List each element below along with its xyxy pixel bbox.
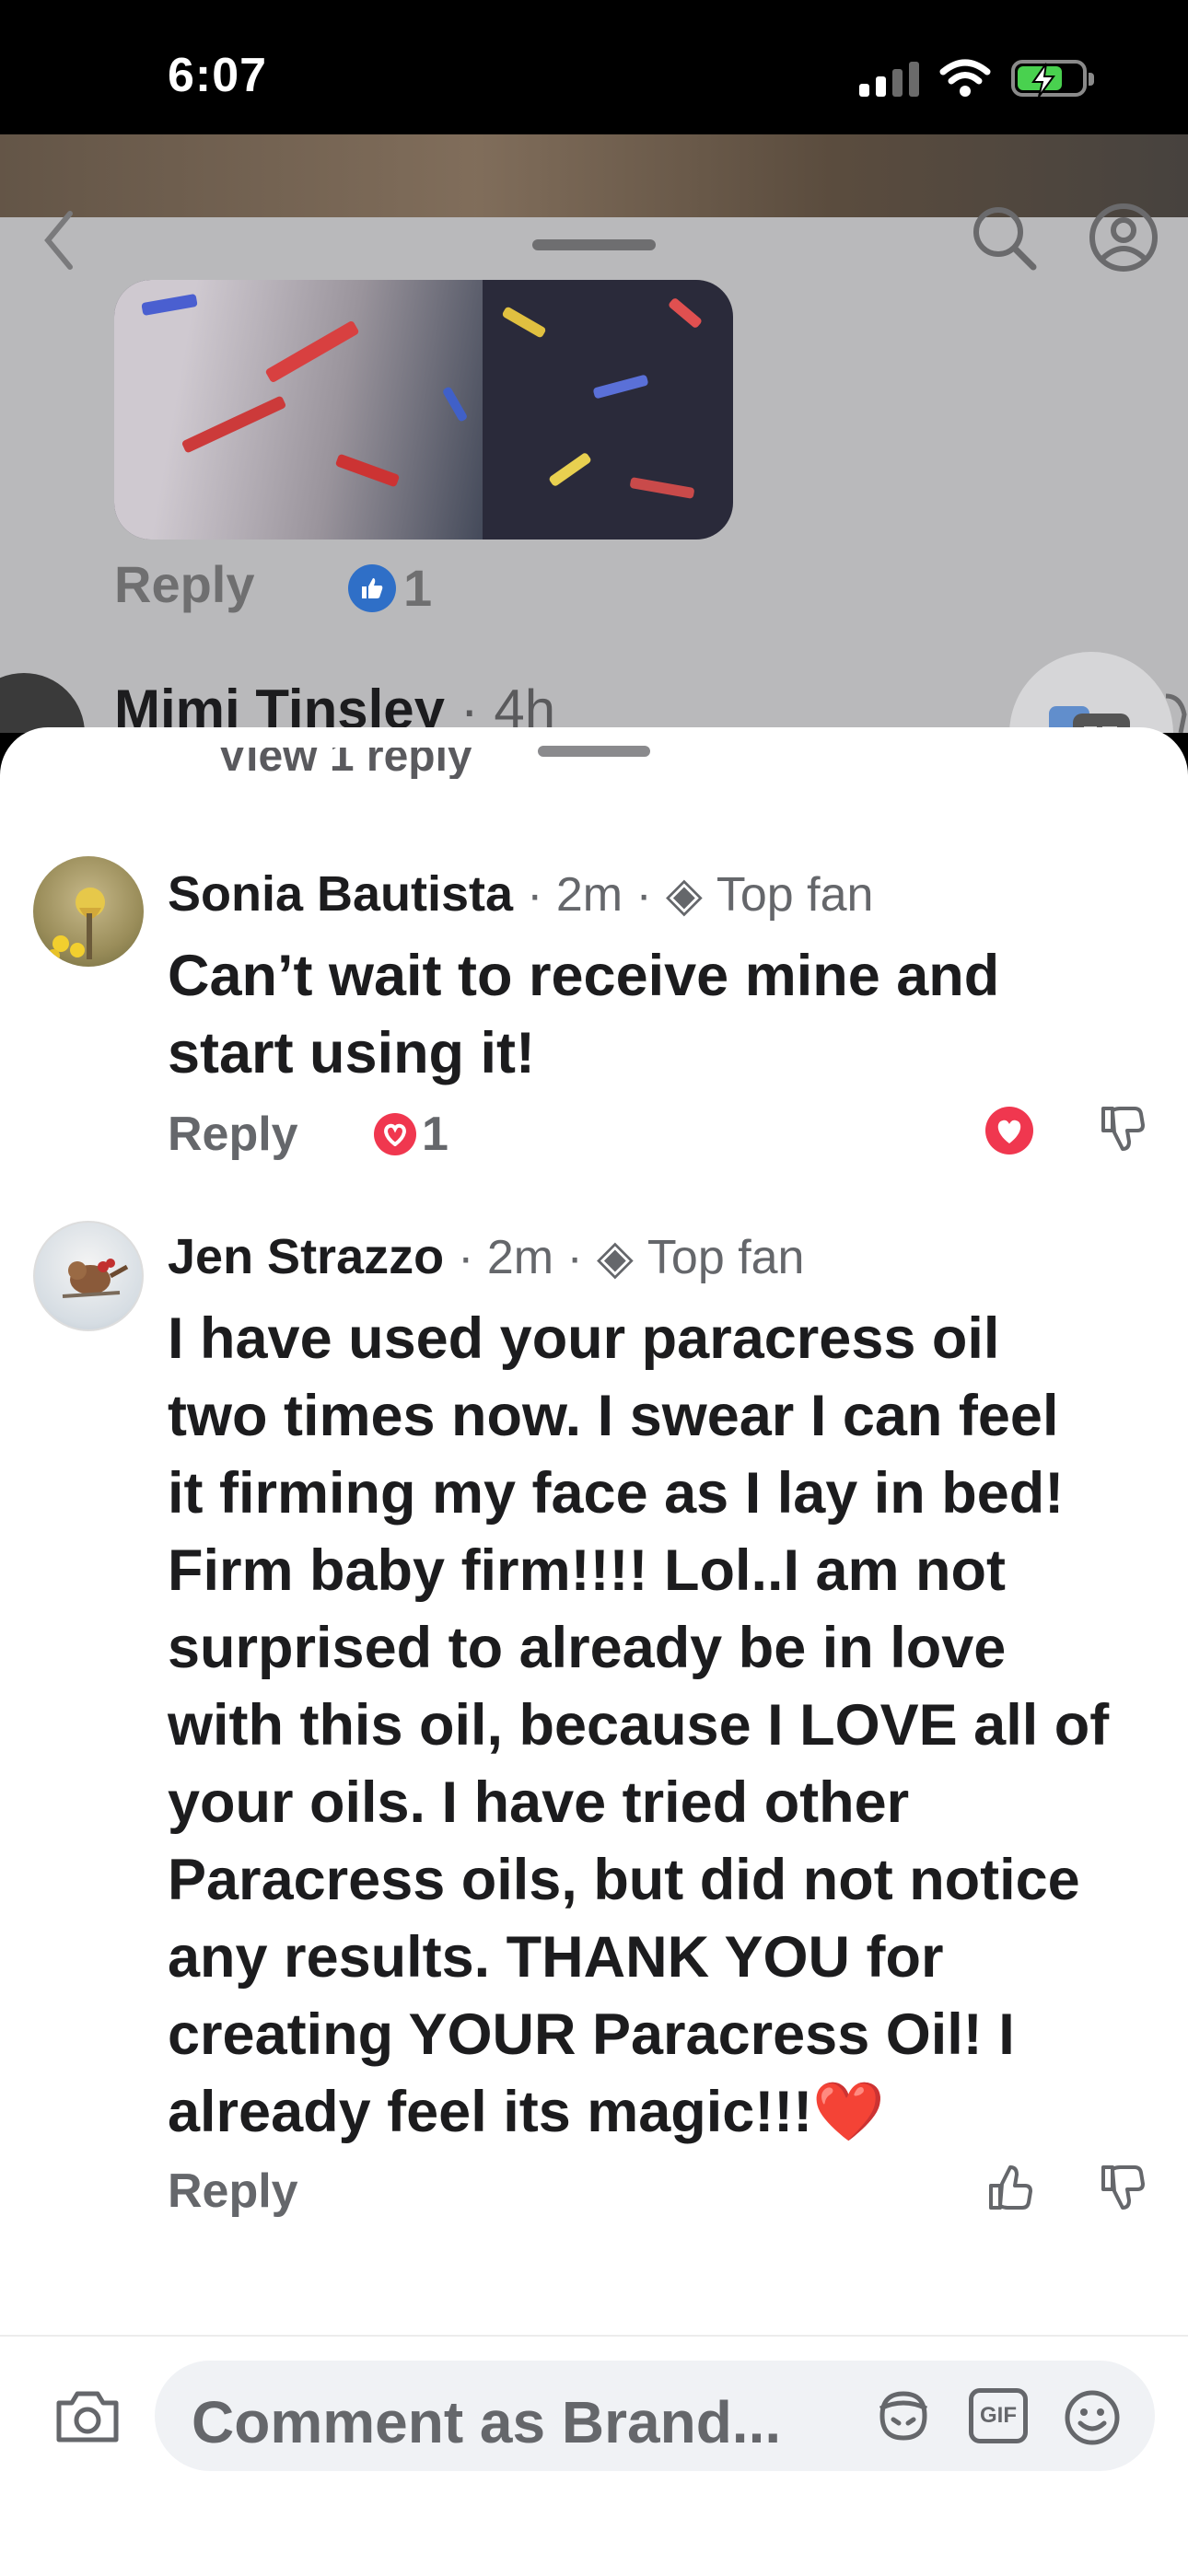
wifi-icon bbox=[939, 59, 991, 97]
battery-icon bbox=[1011, 60, 1094, 98]
background-like-count: 1 bbox=[348, 558, 432, 618]
avatar-sticker-icon[interactable] bbox=[873, 2388, 934, 2443]
avatar bbox=[0, 673, 85, 733]
emoji-icon[interactable] bbox=[1063, 2388, 1122, 2447]
back-icon[interactable] bbox=[41, 208, 77, 273]
comment-text: Can’t wait to receive mine and start usi… bbox=[168, 944, 1000, 1085]
reply-link[interactable]: Reply bbox=[168, 2164, 298, 2219]
comment-input[interactable]: Comment as Brand... GIF bbox=[155, 2361, 1155, 2471]
avatar[interactable] bbox=[33, 856, 144, 967]
comment-time: · 2m · bbox=[527, 868, 652, 922]
top-fan-badge: Top fan bbox=[646, 1231, 805, 1284]
dislike-icon[interactable] bbox=[1098, 1103, 1147, 1155]
floating-chat-button[interactable] bbox=[1009, 652, 1173, 733]
camera-icon[interactable] bbox=[53, 2388, 122, 2445]
background-handle bbox=[532, 239, 656, 250]
avatar[interactable] bbox=[33, 1221, 144, 1331]
dislike-icon[interactable] bbox=[1098, 2162, 1147, 2213]
heart-reaction-icon bbox=[374, 1113, 416, 1155]
comment-meta: Sonia Bautista · 2m · ◈ Top fan bbox=[168, 865, 873, 922]
background-commenter: Mimi Tinsley · 4h bbox=[114, 679, 556, 733]
comments-sheet: View 1 reply Sonia Bautista · 2m · ◈ Top… bbox=[0, 727, 1188, 2574]
like-icon bbox=[348, 563, 396, 612]
signal-icon bbox=[859, 60, 919, 97]
comment-meta: Jen Strazzo · 2m · ◈ Top fan bbox=[168, 1228, 804, 1285]
heart-icon[interactable] bbox=[984, 1105, 1035, 1156]
top-fan-badge: Top fan bbox=[716, 868, 874, 922]
status-icons bbox=[859, 55, 1094, 101]
background-reply-link[interactable]: Reply bbox=[114, 554, 255, 614]
commenter-name[interactable]: Sonia Bautista bbox=[168, 866, 513, 922]
commenter-name[interactable]: Jen Strazzo bbox=[168, 1229, 444, 1284]
diamond-icon: ◈ bbox=[596, 1231, 634, 1284]
comment-time: · 2m · bbox=[458, 1231, 583, 1284]
status-time: 6:07 bbox=[168, 49, 268, 102]
gif-icon[interactable]: GIF bbox=[969, 2388, 1028, 2443]
comment-media[interactable] bbox=[114, 280, 733, 540]
reply-link[interactable]: Reply bbox=[168, 1107, 298, 1162]
search-icon[interactable] bbox=[967, 201, 1041, 274]
sheet-drag-handle[interactable] bbox=[538, 746, 650, 757]
comment-text: I have used your paracress oil two times… bbox=[168, 1306, 1110, 2144]
reaction-count[interactable]: 1 bbox=[374, 1107, 448, 1162]
comment-placeholder: Comment as Brand... bbox=[192, 2389, 782, 2455]
background-post: Reply 1 Mimi Tinsley · 4h bbox=[0, 134, 1188, 733]
like-icon[interactable] bbox=[985, 2162, 1035, 2213]
profile-icon[interactable] bbox=[1087, 201, 1160, 274]
comment-composer: Comment as Brand... GIF bbox=[0, 2335, 1188, 2576]
dislike-icon bbox=[1165, 693, 1187, 733]
status-bar: 6:07 bbox=[0, 0, 1188, 134]
view-replies-link[interactable]: View 1 reply bbox=[217, 748, 472, 779]
diamond-icon: ◈ bbox=[665, 868, 703, 922]
